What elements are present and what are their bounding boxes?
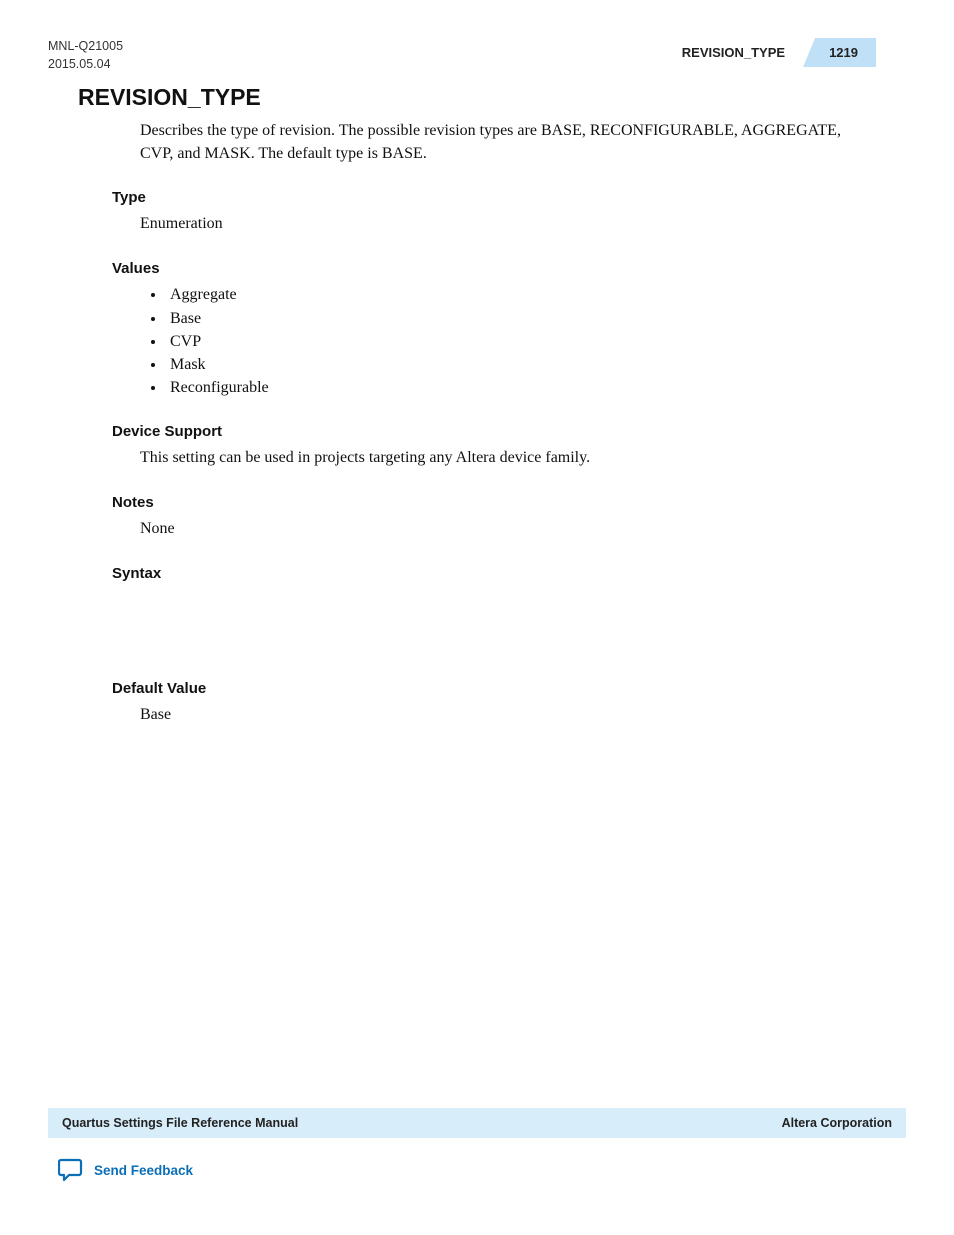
doc-date: 2015.05.04 bbox=[48, 56, 123, 74]
running-title: REVISION_TYPE bbox=[682, 45, 803, 60]
section-heading: Device Support bbox=[112, 423, 854, 440]
section-heading: Notes bbox=[112, 494, 854, 511]
syntax-body-empty bbox=[112, 588, 854, 656]
section-type: Type Enumeration bbox=[112, 189, 854, 236]
list-item: Aggregate bbox=[166, 283, 854, 306]
footer-right: Altera Corporation bbox=[782, 1116, 892, 1130]
feedback-label: Send Feedback bbox=[94, 1163, 193, 1178]
header-right: REVISION_TYPE 1219 bbox=[682, 38, 876, 67]
list-item: Reconfigurable bbox=[166, 376, 854, 399]
section-body: None bbox=[140, 517, 854, 541]
section-body: This setting can be used in projects tar… bbox=[140, 446, 854, 470]
section-heading: Syntax bbox=[112, 565, 854, 582]
speech-bubble-icon bbox=[58, 1158, 84, 1182]
section-body: Base bbox=[140, 703, 854, 727]
footer-left: Quartus Settings File Reference Manual bbox=[62, 1116, 298, 1130]
doc-id: MNL-Q21005 bbox=[48, 38, 123, 56]
section-body: Enumeration bbox=[140, 212, 854, 236]
list-item: Base bbox=[166, 307, 854, 330]
page-number-tab: 1219 bbox=[803, 38, 876, 67]
section-heading: Values bbox=[112, 260, 854, 277]
values-list: Aggregate Base CVP Mask Reconfigurable bbox=[166, 283, 854, 399]
send-feedback-link[interactable]: Send Feedback bbox=[58, 1158, 193, 1182]
page-header: MNL-Q21005 2015.05.04 REVISION_TYPE 1219 bbox=[48, 38, 876, 73]
page-content: REVISION_TYPE Describes the type of revi… bbox=[78, 84, 854, 751]
intro-paragraph: Describes the type of revision. The poss… bbox=[140, 119, 854, 165]
header-doc-meta: MNL-Q21005 2015.05.04 bbox=[48, 38, 123, 73]
list-item: Mask bbox=[166, 353, 854, 376]
list-item: CVP bbox=[166, 330, 854, 353]
page-title: REVISION_TYPE bbox=[78, 84, 854, 111]
section-notes: Notes None bbox=[112, 494, 854, 541]
section-default-value: Default Value Base bbox=[112, 680, 854, 727]
section-syntax: Syntax bbox=[112, 565, 854, 656]
section-heading: Type bbox=[112, 189, 854, 206]
section-heading: Default Value bbox=[112, 680, 854, 697]
footer-bar: Quartus Settings File Reference Manual A… bbox=[48, 1108, 906, 1138]
section-device-support: Device Support This setting can be used … bbox=[112, 423, 854, 470]
section-values: Values Aggregate Base CVP Mask Reconfigu… bbox=[112, 260, 854, 399]
